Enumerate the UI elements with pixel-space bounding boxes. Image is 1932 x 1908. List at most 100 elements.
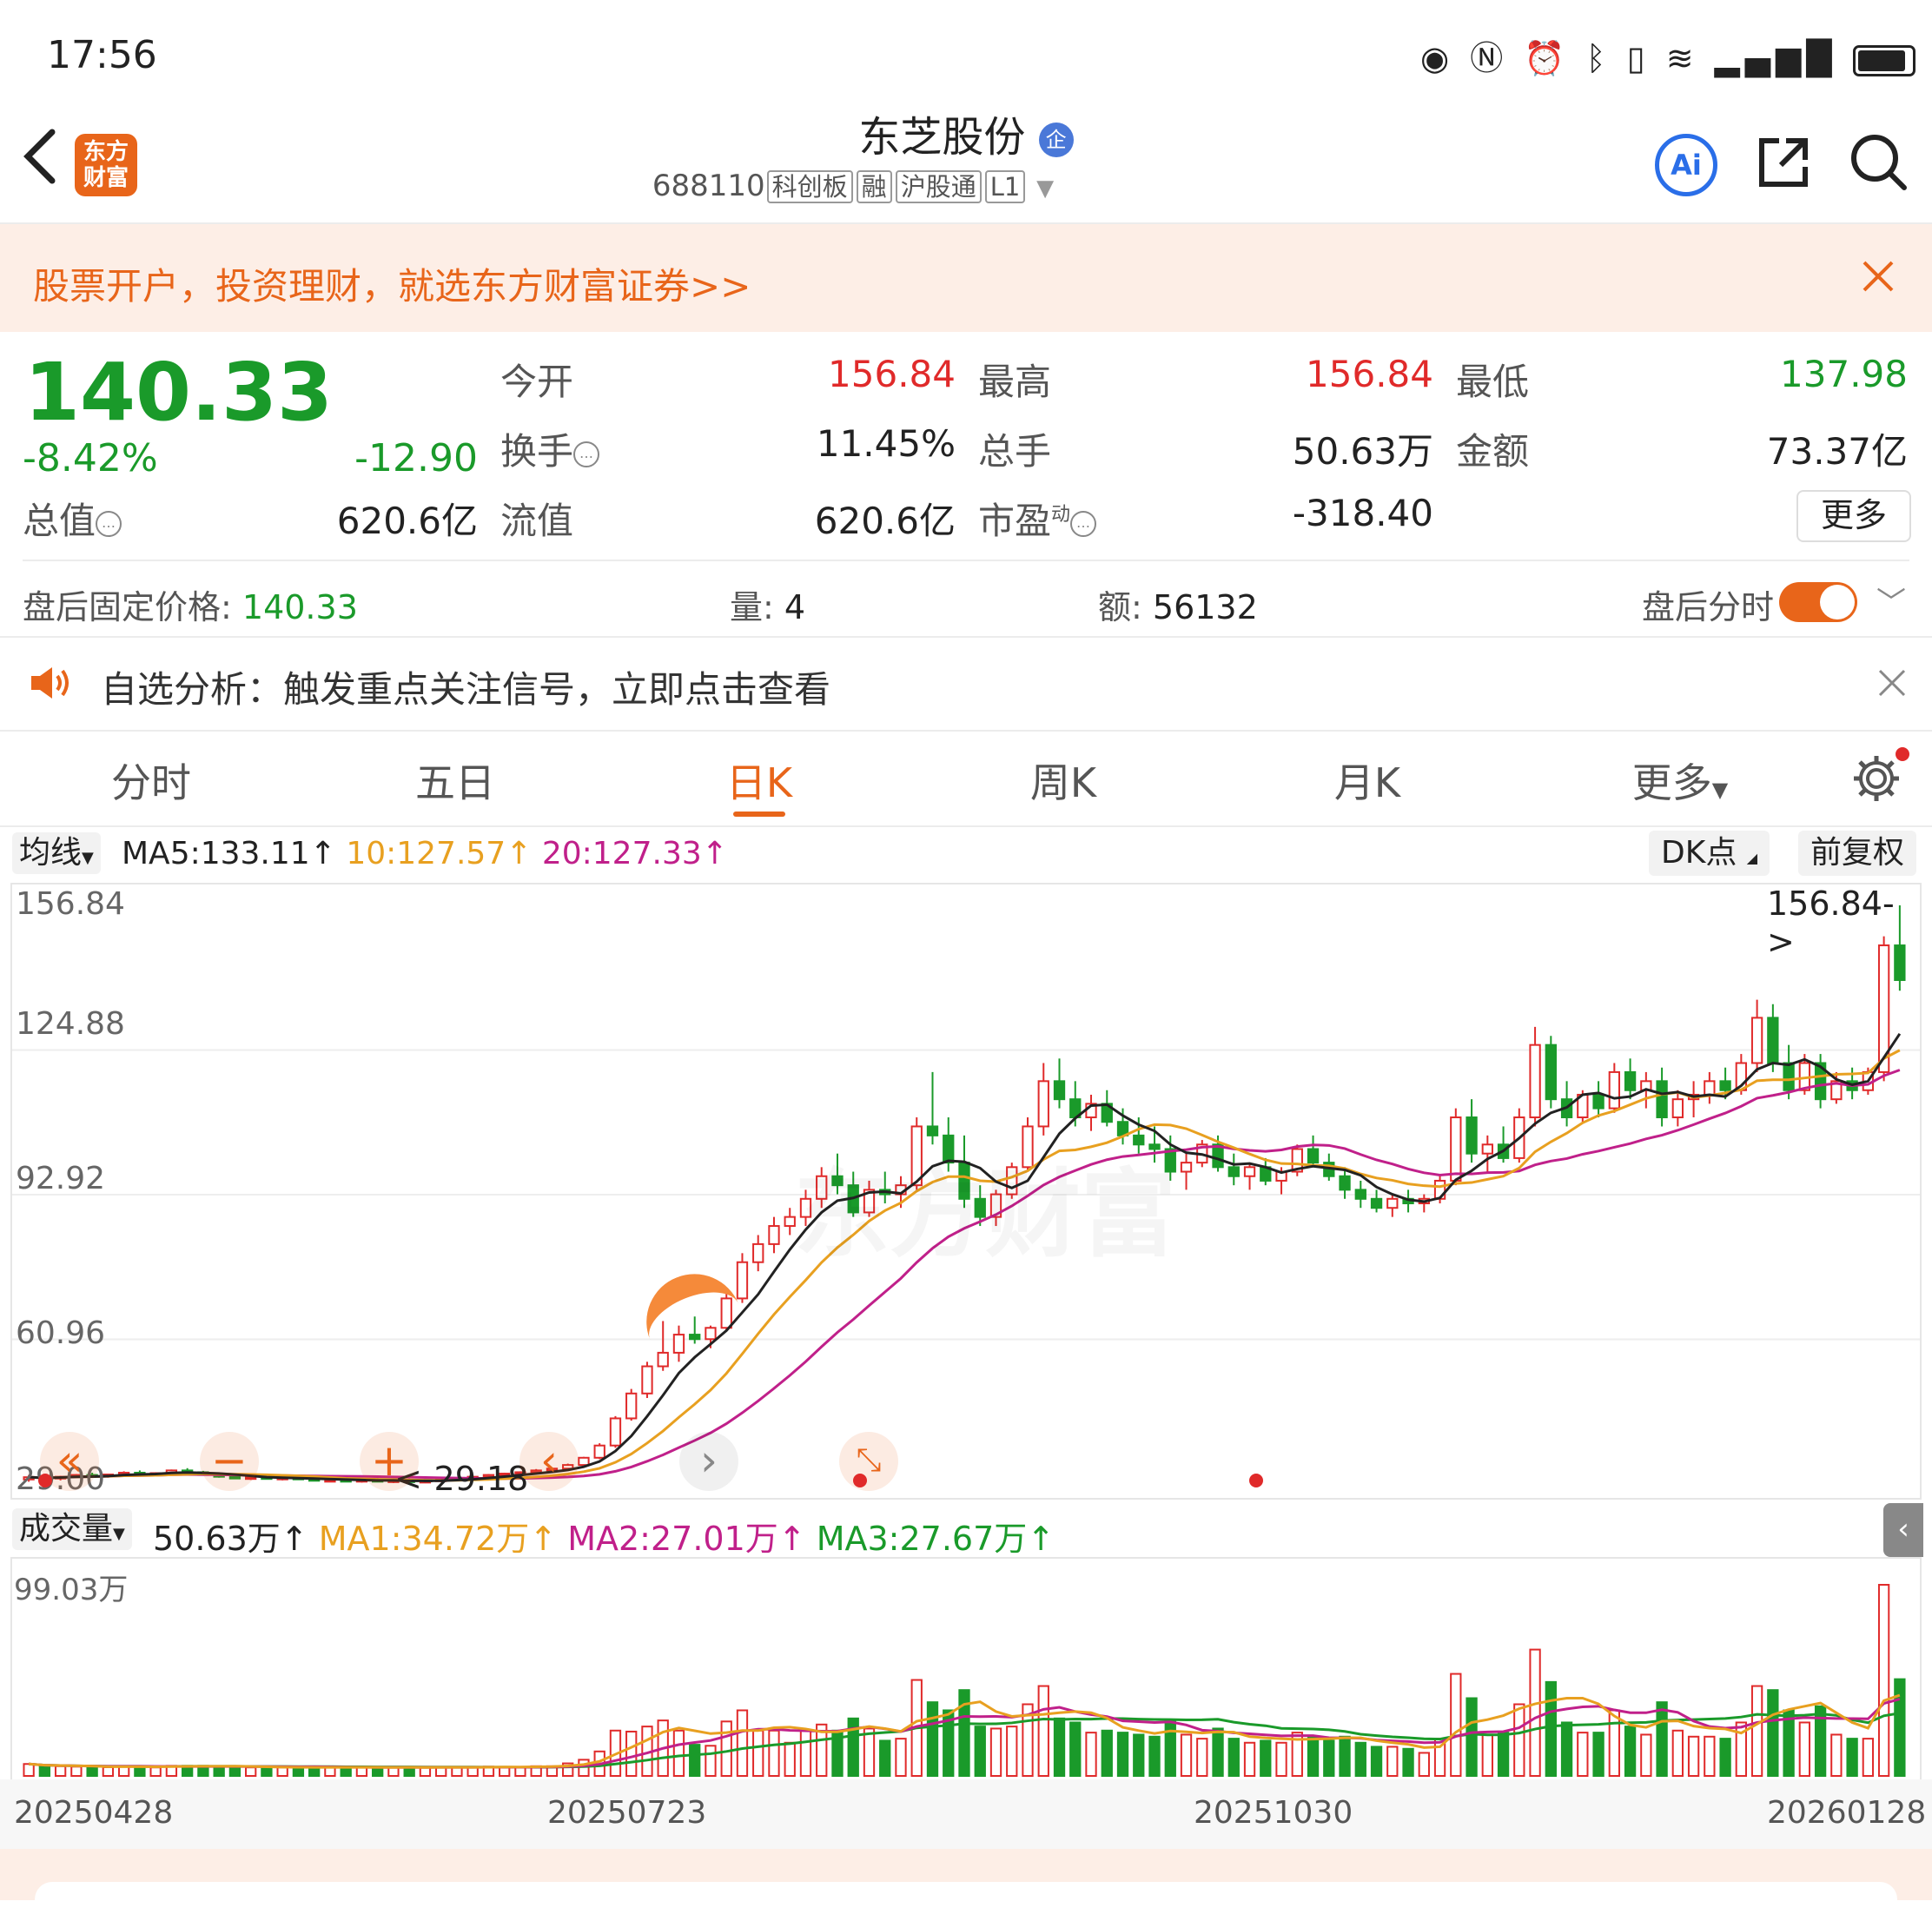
dropdown-triangle-icon: ▼	[1711, 778, 1729, 802]
volume-bar-up	[514, 1766, 526, 1778]
amount-label: 金额	[1456, 430, 1530, 473]
scroll-right-button[interactable]: ›	[679, 1432, 738, 1491]
adjust-mode-button[interactable]: 前复权	[1798, 831, 1917, 876]
candle-up	[1450, 1116, 1462, 1182]
volume-bar-up	[1529, 1648, 1541, 1777]
bluetooth-icon: ᛒ	[1585, 39, 1611, 77]
gear-icon	[1854, 756, 1899, 801]
candle-down	[1370, 1197, 1383, 1209]
volume-bar-up	[276, 1766, 288, 1778]
fullscreen-button[interactable]: ⤡	[839, 1432, 898, 1491]
ma-selector[interactable]: 均线▼	[12, 832, 101, 874]
tab-daily-k[interactable]: 日K	[629, 752, 890, 809]
watermark-text: 东方财富	[794, 1136, 1176, 1275]
volume-bar-up	[1037, 1685, 1049, 1777]
chevron-left-icon: ‹	[540, 1435, 558, 1486]
status-time: 17:56	[47, 33, 157, 77]
zoom-in-button[interactable]: +	[360, 1432, 419, 1491]
volume-bar-up	[799, 1729, 812, 1778]
dropdown-triangle-icon[interactable]: ▼	[1036, 176, 1054, 202]
share-button[interactable]	[1755, 134, 1812, 191]
volume-bar-up	[324, 1766, 336, 1777]
side-panel-toggle[interactable]: ‹	[1883, 1503, 1923, 1557]
volume-bar-down	[1101, 1729, 1113, 1778]
battery-icon	[1852, 44, 1915, 76]
candle-up	[625, 1392, 638, 1420]
volume-chart[interactable]: 99.03万	[10, 1557, 1922, 1779]
candle-up	[1671, 1098, 1684, 1119]
info-icon: …	[1070, 510, 1097, 537]
more-button[interactable]: 更多	[1796, 490, 1911, 542]
volume-bar-down	[1894, 1678, 1906, 1777]
event-dot[interactable]	[38, 1474, 52, 1487]
chart-settings-button[interactable]	[1850, 747, 1909, 805]
volume-bar-up	[625, 1730, 638, 1778]
candlestick-chart[interactable]: 156.84 124.88 92.92 60.96 29.00 156.84->…	[10, 883, 1922, 1500]
tab-more[interactable]: 更多▼	[1541, 752, 1819, 809]
app-header: 东方 财富 东芝股份 企 688110 科创板融沪股通 L1 ▼ Ai	[0, 96, 1932, 222]
alarm-icon: ⏰	[1524, 39, 1571, 77]
axis-label-max: 156.84	[16, 886, 125, 922]
volume-bar-down	[1656, 1701, 1668, 1777]
after-hours-toggle[interactable]	[1779, 582, 1857, 622]
speaker-icon	[30, 664, 71, 702]
scroll-left-button[interactable]: ‹	[519, 1432, 579, 1491]
volume-bar-up	[752, 1729, 764, 1778]
notice-text: 自选分析：触发重点关注信号，立即点击查看	[101, 668, 831, 711]
banner-close-button[interactable]	[1857, 255, 1899, 297]
stock-title-block[interactable]: 东芝股份 企 688110 科创板融沪股通 L1 ▼	[608, 111, 1324, 203]
volume-bar-up	[54, 1765, 67, 1777]
app-logo[interactable]: 东方 财富	[75, 134, 137, 196]
promo-banner[interactable]: 股票开户，投资理财，就选东方财富证券>>	[0, 224, 1932, 332]
enterprise-badge: 企	[1038, 123, 1074, 157]
ma-values: MA5:133.11↑ 10:127.57↑ 20:127.33↑	[122, 836, 728, 871]
turnover-label[interactable]: 换手…	[500, 422, 600, 475]
volume-bar-up	[1085, 1732, 1097, 1778]
market-cap-label[interactable]: 总值…	[23, 492, 122, 545]
after-hours-price: 盘后固定价格: 140.33	[23, 588, 358, 626]
eye-icon: ◉	[1420, 39, 1455, 77]
volume-bar-up	[1608, 1709, 1620, 1778]
volume-bar-down	[1402, 1747, 1414, 1777]
amount-value: 73.37亿	[1766, 430, 1908, 473]
candle-up	[641, 1365, 653, 1395]
volume-bar-up	[768, 1729, 780, 1778]
ai-button[interactable]: Ai	[1655, 134, 1717, 196]
volume-values: 50.63万↑ MA1:34.72万↑ MA2:27.01万↑ MA3:27.6…	[153, 1512, 1055, 1560]
logo-text-top: 东方	[83, 139, 129, 165]
plus-icon: +	[371, 1435, 407, 1486]
info-icon: …	[96, 510, 122, 537]
notification-dot	[1896, 747, 1909, 761]
dk-point-button[interactable]: DK点 ◢	[1649, 831, 1770, 876]
status-icons: ◉ Ⓝ ⏰ ᛒ ▯ ≋ ▂▄▆█	[1420, 31, 1915, 79]
high-label: 最高	[978, 361, 1052, 403]
candle-up	[593, 1444, 605, 1459]
candle-down	[1767, 1017, 1779, 1064]
search-icon	[1851, 135, 1907, 190]
volume-bar-down	[1148, 1735, 1161, 1777]
candle-down	[1339, 1175, 1351, 1191]
volume-bar-up	[1450, 1673, 1462, 1777]
event-dot[interactable]	[1249, 1474, 1263, 1487]
volume-bar-down	[1846, 1738, 1858, 1777]
back-button[interactable]	[16, 122, 68, 191]
expand-chevron-icon[interactable]: ﹀	[1876, 579, 1906, 621]
ma5-value: MA5:133.11↑	[122, 836, 336, 871]
volume-label: 总手	[978, 430, 1052, 473]
pe-label[interactable]: 市盈动…	[978, 492, 1097, 545]
volume-bar-down	[213, 1766, 225, 1778]
tab-intraday[interactable]: 分时	[21, 752, 281, 809]
notice-close-button[interactable]	[1876, 667, 1908, 699]
candle-up	[1386, 1197, 1399, 1209]
zoom-out-button[interactable]: −	[200, 1432, 259, 1491]
candle-up	[752, 1242, 764, 1263]
volume-bar-down	[974, 1726, 986, 1777]
tab-monthly-k[interactable]: 月K	[1237, 752, 1498, 809]
notice-bar[interactable]: 自选分析：触发重点关注信号，立即点击查看	[0, 638, 1932, 730]
volume-selector[interactable]: 成交量▼	[12, 1508, 132, 1550]
event-dot[interactable]	[853, 1474, 867, 1487]
candle-down	[1545, 1043, 1557, 1101]
tab-five-day[interactable]: 五日	[325, 752, 586, 809]
search-button[interactable]	[1849, 132, 1909, 193]
tab-weekly-k[interactable]: 周K	[933, 752, 1194, 809]
